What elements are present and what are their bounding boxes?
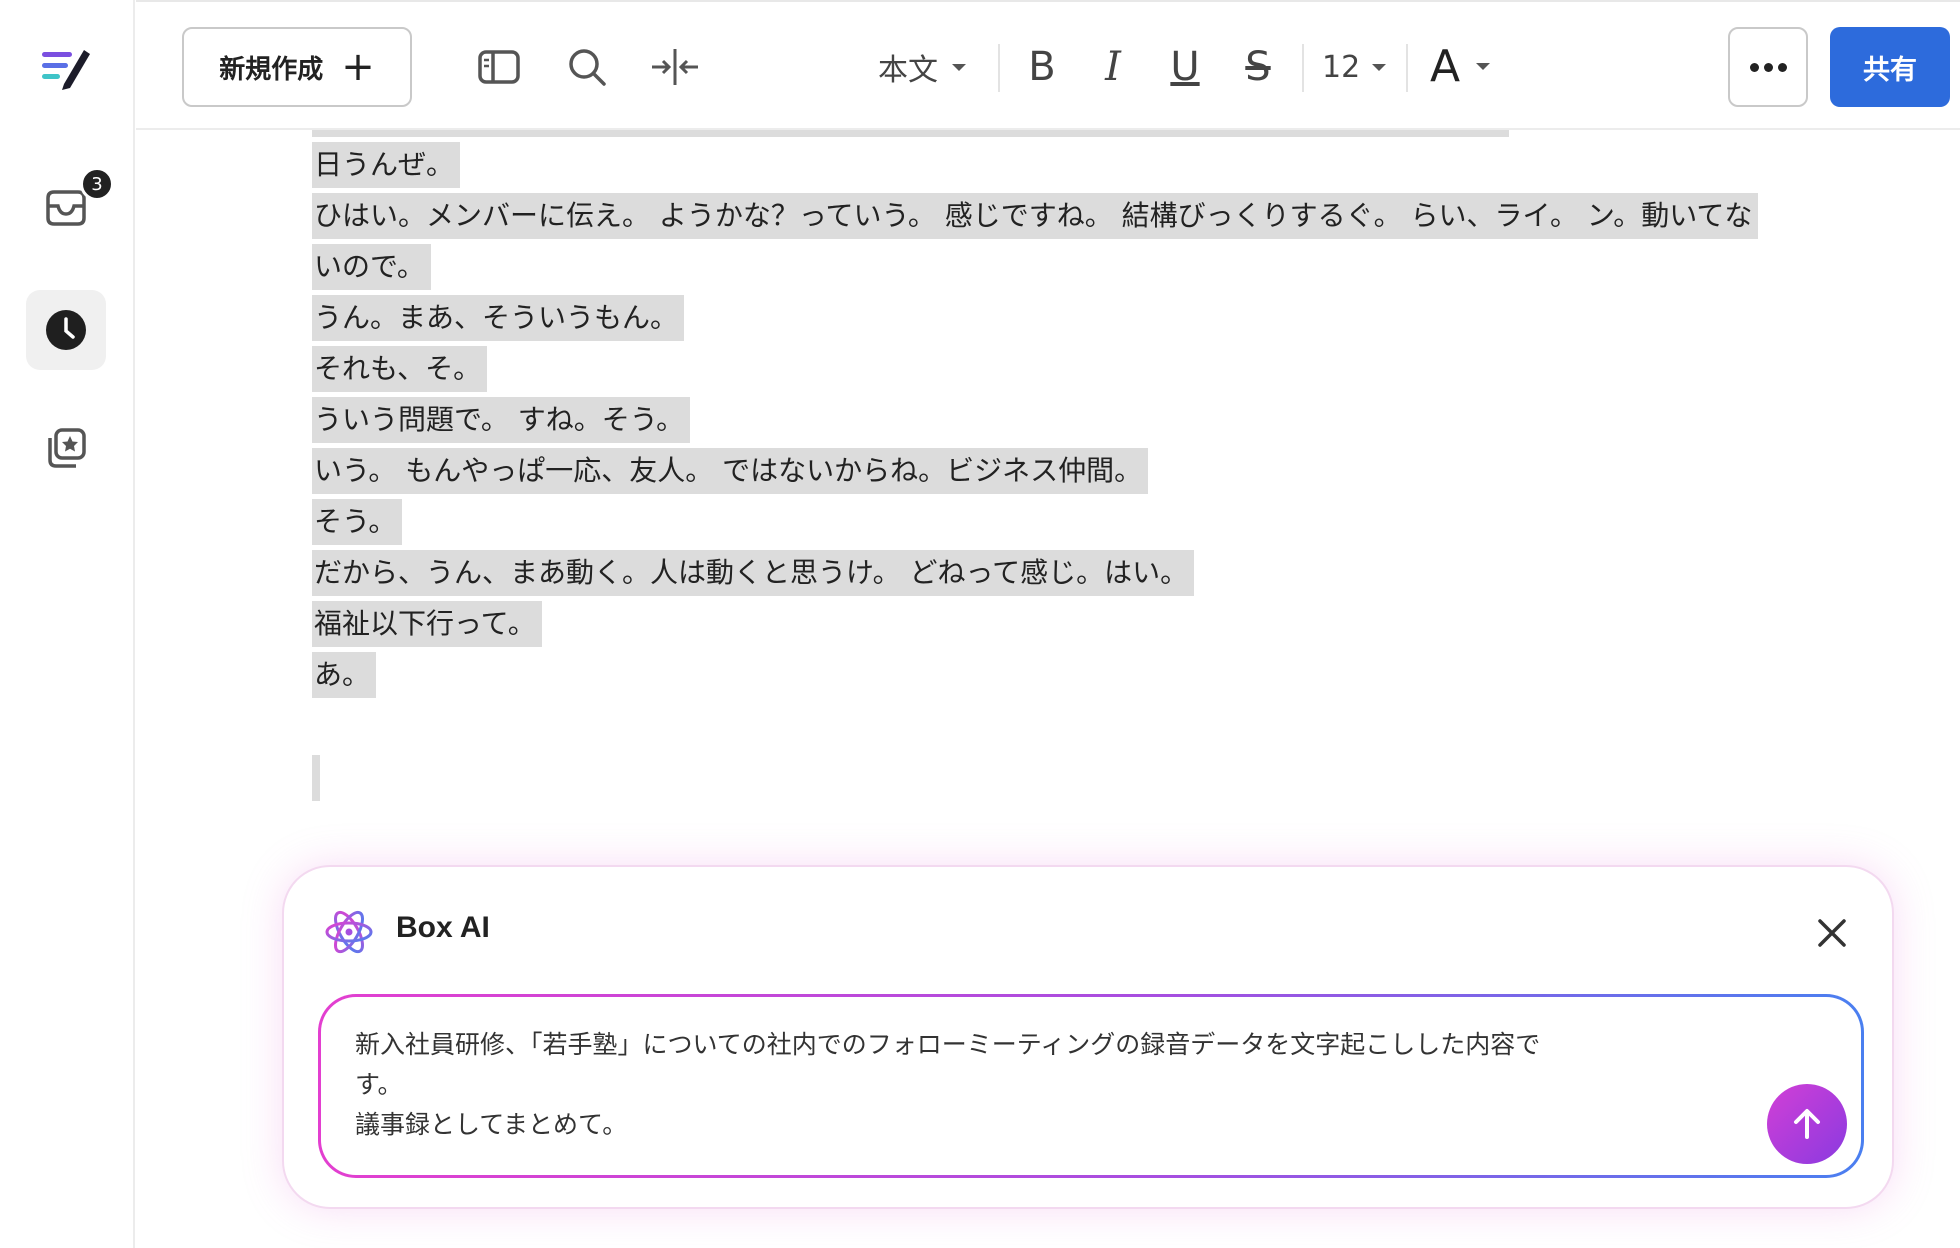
new-button[interactable]: 新規作成 +: [182, 27, 412, 107]
more-dot: [1777, 62, 1787, 72]
document-line[interactable]: 日うんぜ。: [312, 142, 461, 188]
document-line[interactable]: ういう問題で。 すね。そう。: [312, 397, 691, 443]
toolbar-divider: [998, 44, 1000, 92]
close-button[interactable]: [1810, 911, 1854, 955]
document-line[interactable]: あ。: [312, 652, 377, 698]
document-line[interactable]: だから、うん、まあ動く。人は動くと思うけ。 どねって感じ。はい。: [312, 550, 1195, 596]
collapse-width-button[interactable]: [648, 40, 702, 94]
chevron-down-icon: [952, 63, 966, 71]
clock-icon: [46, 310, 86, 350]
box-ai-prompt-field[interactable]: 新入社員研修、「若手塾」についての社内でのフォローミーティングの録音データを文字…: [318, 994, 1864, 1178]
more-options-button[interactable]: [1728, 27, 1808, 107]
share-button[interactable]: 共有: [1830, 27, 1950, 107]
box-ai-title: Box AI: [396, 911, 490, 944]
left-rail: 3: [0, 0, 135, 1248]
font-size-value: 12: [1322, 49, 1361, 85]
italic-button[interactable]: I: [1085, 38, 1141, 96]
new-button-label: 新規作成: [219, 54, 324, 85]
collapse-width-icon: [652, 49, 698, 85]
empty-line-cursor[interactable]: [312, 755, 320, 801]
box-ai-icon: [324, 907, 374, 957]
font-size-select[interactable]: 12: [1322, 40, 1387, 94]
document-line[interactable]: うん。まあ、そういうもん。: [312, 295, 685, 341]
plus-icon: +: [341, 44, 375, 90]
document-line[interactable]: いう。 もんやっぱ一応、友人。 ではないからね。ビジネス仲間。: [312, 448, 1149, 494]
underline-button[interactable]: U: [1157, 38, 1213, 96]
more-dot: [1749, 62, 1759, 72]
toolbar-divider: [1302, 44, 1304, 92]
chevron-down-icon: [1476, 62, 1491, 70]
search-button[interactable]: [560, 40, 614, 94]
close-icon: [1818, 919, 1846, 947]
document-line[interactable]: ひはい。メンバーに伝え。 ようかな？っていう。 感じですね。 結構びっくりするぐ…: [312, 193, 1759, 239]
document-line[interactable]: そう。: [312, 499, 403, 545]
text-color-select[interactable]: A: [1430, 36, 1491, 96]
inbox-icon: [46, 190, 86, 226]
text-color-label: A: [1430, 40, 1461, 92]
send-button[interactable]: [1767, 1084, 1847, 1164]
box-ai-prompt-inner: 新入社員研修、「若手塾」についての社内でのフォローミーティングの録音データを文字…: [321, 997, 1861, 1175]
paragraph-style-value: 本文: [878, 53, 938, 88]
arrow-up-icon: [1794, 1109, 1820, 1139]
document-line[interactable]: それも、そ。: [312, 346, 488, 392]
sidebar-toggle-button[interactable]: [472, 40, 526, 94]
document-line[interactable]: 福祉以下行って。: [312, 601, 542, 647]
toolbar-divider: [1406, 44, 1408, 92]
selection-strip: [312, 130, 1509, 137]
sidebar-toggle-icon: [478, 50, 520, 84]
box-ai-panel: Box AI 新入社員研修、「若手塾」についての社内でのフォローミーティングの録…: [282, 865, 1894, 1209]
favorites-icon: [48, 428, 86, 468]
paragraph-style-select[interactable]: 本文: [878, 40, 966, 94]
bold-button[interactable]: B: [1014, 38, 1070, 96]
chevron-down-icon: [1372, 63, 1387, 71]
more-dot: [1763, 62, 1773, 72]
recent-nav-button[interactable]: [26, 290, 106, 370]
search-icon: [569, 49, 606, 86]
favorites-nav-button[interactable]: [26, 408, 106, 488]
inbox-badge: 3: [80, 167, 114, 201]
editor-toolbar: 新規作成 + 本文 B I U S 12 A 共有: [136, 0, 1960, 130]
box-ai-prompt-text[interactable]: 新入社員研修、「若手塾」についての社内でのフォローミーティングの録音データを文字…: [355, 1025, 1735, 1145]
app-logo-icon[interactable]: [40, 44, 96, 90]
document-line[interactable]: いので。: [312, 244, 431, 290]
strikethrough-button[interactable]: S: [1230, 38, 1286, 96]
